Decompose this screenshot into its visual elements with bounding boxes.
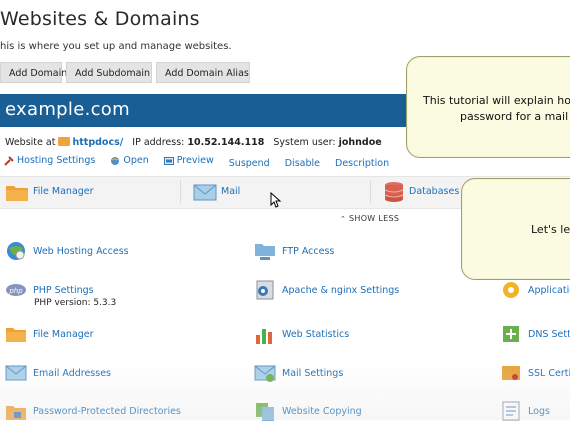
applications-item[interactable]: Applicatio [500, 279, 570, 301]
php-version-text: PHP version: 5.3.3 [34, 298, 117, 308]
mail-settings-item[interactable]: Mail Settings [254, 362, 343, 384]
web-hosting-access-label: Web Hosting Access [33, 245, 129, 257]
mail-settings-icon [254, 365, 276, 382]
tutorial-callout-2-text: Let's lea [531, 223, 570, 236]
password-protected-directories-label: Password-Protected Directories [33, 405, 181, 417]
web-statistics-label: Web Statistics [282, 328, 350, 340]
envelope-icon [193, 184, 217, 200]
tool-databases-label: Databases [409, 186, 460, 197]
system-user-label: System user: [273, 137, 336, 148]
domain-name[interactable]: example.com [5, 99, 130, 120]
open-label: Open [123, 155, 149, 166]
logs-item[interactable]: Logs [500, 400, 550, 422]
mouse-cursor-icon [270, 192, 282, 208]
website-folder-link[interactable]: httpdocs/ [72, 137, 123, 148]
web-statistics-item[interactable]: Web Statistics [254, 323, 349, 345]
apache-nginx-settings-label: Apache & nginx Settings [282, 284, 400, 296]
tool-divider [180, 180, 181, 203]
suspend-link[interactable]: Suspend [229, 158, 270, 169]
dns-settings-label: DNS Setti [528, 328, 570, 340]
page-title: Websites & Domains [0, 8, 200, 30]
apache-nginx-settings-item[interactable]: Apache & nginx Settings [254, 279, 399, 301]
server-gear-icon [256, 280, 274, 300]
dns-settings-item[interactable]: DNS Setti [500, 323, 570, 345]
folder-icon [58, 137, 71, 146]
hosting-settings-label: Hosting Settings [17, 155, 96, 166]
ftp-folder-icon [255, 244, 275, 260]
tool-mail[interactable]: Mail [193, 176, 240, 207]
tool-databases[interactable]: Databases [383, 176, 459, 207]
add-domain-button[interactable]: Add Domain [0, 62, 67, 83]
tool-file-manager-label: File Manager [33, 186, 94, 197]
tool-divider [370, 180, 371, 203]
tutorial-callout-1-line1: This tutorial will explain ho [423, 94, 570, 107]
page-subtitle: his is where you set up and manage websi… [0, 41, 232, 52]
domain-info-row: Website at httpdocs/ IP address: 10.52.1… [5, 137, 382, 148]
applications-label: Applicatio [528, 284, 570, 296]
open-link[interactable]: Open [110, 155, 149, 166]
ftp-access-label: FTP Access [282, 245, 335, 257]
disable-link[interactable]: Disable [285, 158, 320, 169]
dns-icon [503, 326, 519, 342]
ftp-access-item[interactable]: FTP Access [254, 240, 334, 262]
preview-icon [163, 156, 174, 165]
add-domain-alias-button[interactable]: Add Domain Alias [156, 62, 250, 83]
description-link[interactable]: Description [335, 158, 389, 169]
chevron-up-icon: ⌃ [340, 215, 347, 223]
php-icon: php [6, 284, 26, 296]
web-hosting-access-item[interactable]: Web Hosting Access [5, 240, 129, 262]
ssl-certificates-item[interactable]: SSL Certif [500, 362, 570, 384]
mail-settings-label: Mail Settings [282, 367, 344, 379]
copy-icon [256, 403, 274, 421]
tool-file-manager[interactable]: File Manager [5, 176, 94, 207]
hosting-settings-link[interactable]: Hosting Settings [4, 155, 95, 166]
tutorial-callout-1: This tutorial will explain ho password f… [406, 56, 570, 158]
file-manager-item[interactable]: File Manager [5, 323, 94, 345]
ssl-certificates-label: SSL Certif [528, 367, 570, 379]
tutorial-callout-1-line2: password for a mail [460, 110, 569, 123]
website-copying-item[interactable]: Website Copying [254, 400, 362, 422]
folder-icon [6, 185, 28, 201]
locked-folder-icon [6, 406, 26, 420]
system-user-value: johndoe [338, 137, 382, 148]
ip-value: 10.52.144.118 [187, 137, 265, 148]
password-protected-directories-item[interactable]: Password-Protected Directories [5, 400, 181, 422]
email-addresses-label: Email Addresses [33, 367, 112, 379]
preview-link[interactable]: Preview [163, 155, 214, 166]
folder-icon [6, 328, 26, 342]
show-less-label: SHOW LESS [349, 214, 400, 223]
certificate-icon [502, 366, 520, 380]
tool-mail-label: Mail [221, 186, 241, 197]
website-copying-label: Website Copying [282, 405, 362, 417]
wrench-icon [4, 155, 14, 166]
tutorial-callout-2: Let's lea [461, 178, 570, 280]
preview-label: Preview [176, 155, 214, 166]
envelope-icon [5, 365, 27, 381]
bar-chart-icon [256, 329, 272, 344]
domain-actions-row: Hosting Settings Open Preview Suspend Di… [4, 155, 401, 169]
add-subdomain-button[interactable]: Add Subdomain [66, 62, 152, 83]
email-addresses-item[interactable]: Email Addresses [5, 362, 111, 384]
database-icon [384, 181, 404, 202]
logs-icon [502, 401, 520, 421]
website-at-label: Website at [5, 137, 56, 148]
svg-text:php: php [8, 287, 23, 295]
gear-icon [503, 282, 519, 298]
logs-label: Logs [528, 405, 550, 417]
globe-user-icon [7, 242, 25, 260]
ip-label: IP address: [132, 137, 185, 148]
file-manager-label: File Manager [33, 328, 94, 340]
globe-icon [111, 156, 120, 165]
php-settings-label: PHP Settings [33, 284, 94, 296]
show-less-toggle[interactable]: ⌃ SHOW LESS [340, 214, 399, 223]
